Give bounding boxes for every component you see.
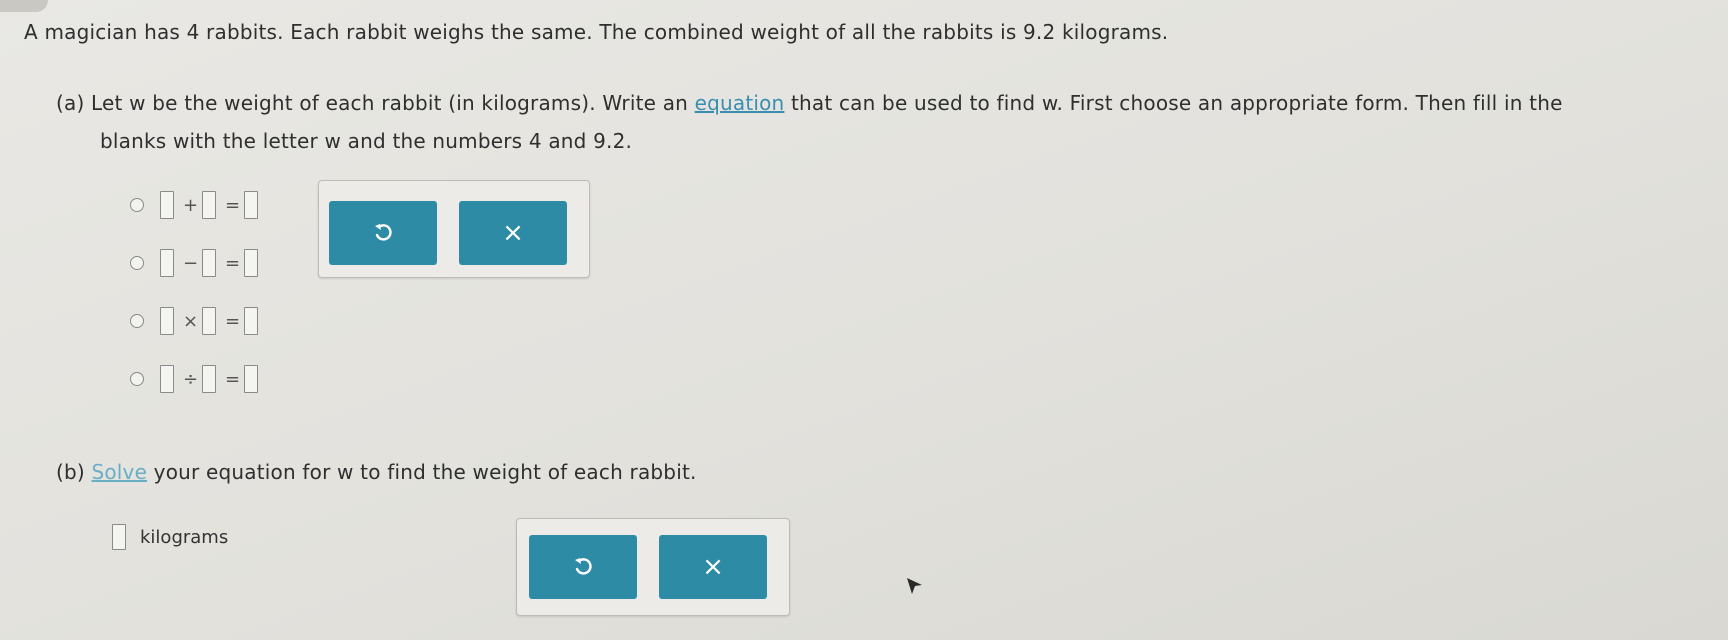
blank-box[interactable] (160, 365, 174, 393)
clear-button[interactable]: × (459, 201, 567, 265)
answer-input-box[interactable] (112, 524, 126, 550)
part-a-instructions: (a) Let w be the weight of each rabbit (… (56, 84, 1666, 160)
clear-icon: × (502, 218, 524, 248)
form-option-subtraction[interactable]: − = (130, 246, 258, 280)
part-a-label: (a) (56, 91, 85, 115)
part-a-text-3: blanks with the letter w and the numbers… (100, 129, 633, 153)
operator-minus: − (183, 252, 199, 274)
blank-box[interactable] (202, 191, 216, 219)
equals-sign: = (225, 310, 241, 332)
blank-box[interactable] (160, 249, 174, 277)
clear-icon: × (702, 552, 724, 582)
top-tab (0, 0, 48, 12)
operator-times: × (183, 310, 199, 332)
undo-button[interactable] (529, 535, 637, 599)
equals-sign: = (225, 368, 241, 390)
form-option-multiplication[interactable]: × = (130, 304, 258, 338)
radio-button[interactable] (130, 372, 144, 386)
radio-button[interactable] (130, 314, 144, 328)
undo-icon (575, 558, 592, 575)
answer-row: kilograms (112, 524, 228, 550)
blank-box[interactable] (244, 307, 258, 335)
equals-sign: = (225, 194, 241, 216)
blank-box[interactable] (244, 249, 258, 277)
solve-link[interactable]: Solve (91, 460, 147, 484)
problem-statement: A magician has 4 rabbits. Each rabbit we… (24, 20, 1169, 44)
blank-box[interactable] (202, 307, 216, 335)
blank-box[interactable] (244, 365, 258, 393)
undo-icon (375, 224, 392, 241)
part-b-label: (b) (56, 460, 85, 484)
blank-box[interactable] (202, 365, 216, 393)
undo-button[interactable] (329, 201, 437, 265)
part-a-text-1: Let w be the weight of each rabbit (in k… (91, 91, 695, 115)
form-option-division[interactable]: ÷ = (130, 362, 258, 396)
part-b-text: your equation for w to find the weight o… (147, 460, 697, 484)
blank-box[interactable] (202, 249, 216, 277)
part-a-action-panel: × (318, 180, 590, 278)
part-b-instructions: (b) Solve your equation for w to find th… (56, 460, 697, 484)
unit-label: kilograms (140, 526, 229, 548)
blank-box[interactable] (160, 307, 174, 335)
radio-button[interactable] (130, 256, 144, 270)
equation-link[interactable]: equation (695, 91, 785, 115)
mouse-cursor-icon (907, 578, 922, 594)
clear-button[interactable]: × (659, 535, 767, 599)
part-b-action-panel: × (516, 518, 790, 616)
blank-box[interactable] (244, 191, 258, 219)
equation-form-options: + = − = × = ÷ = (130, 188, 258, 420)
operator-plus: + (183, 194, 199, 216)
form-option-addition[interactable]: + = (130, 188, 258, 222)
radio-button[interactable] (130, 198, 144, 212)
operator-divide: ÷ (183, 368, 199, 390)
equals-sign: = (225, 252, 241, 274)
part-a-text-2: that can be used to find w. First choose… (784, 91, 1563, 115)
blank-box[interactable] (160, 191, 174, 219)
